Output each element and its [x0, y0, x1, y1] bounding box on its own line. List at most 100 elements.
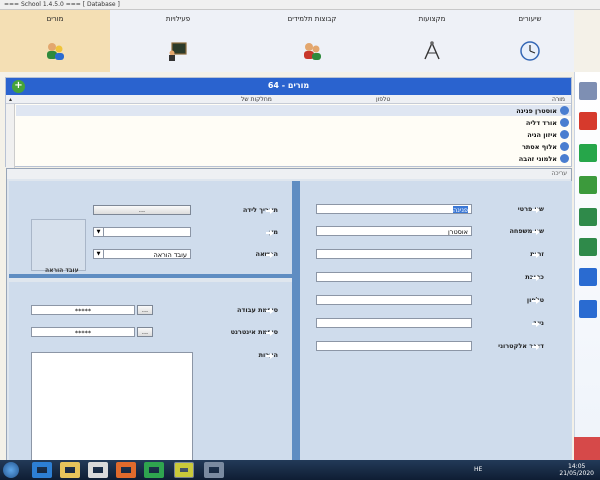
- arrow-icon: [532, 275, 540, 281]
- start-button[interactable]: [3, 462, 19, 478]
- teacher-name: אלמוני זהבה: [518, 155, 557, 163]
- chrome-icon[interactable]: [144, 462, 164, 478]
- clock-icon: [520, 41, 540, 61]
- teacher-avatar-icon: [560, 118, 569, 127]
- work-password-field[interactable]: *****: [31, 305, 135, 315]
- first-name-field[interactable]: פנינה: [316, 204, 472, 214]
- student-group-icon: [304, 43, 321, 60]
- chevron-down-icon[interactable]: ▼: [94, 228, 104, 236]
- table-row[interactable]: אלמוני זהבה: [16, 153, 571, 164]
- address-field[interactable]: [316, 272, 472, 282]
- compass-icon: [424, 41, 440, 60]
- gear-icon[interactable]: [579, 268, 597, 286]
- gender-select[interactable]: ▼: [93, 227, 191, 237]
- teachers-icon: [47, 43, 64, 60]
- tab-activities[interactable]: פעילויות: [112, 10, 244, 72]
- column-phone[interactable]: טלפון: [376, 96, 390, 103]
- sort-indicator-icon[interactable]: ▴: [9, 96, 12, 103]
- clock-time: 14:05: [568, 463, 586, 470]
- teachers-list-title: מורים - 64: [267, 81, 310, 90]
- internet-password-field[interactable]: *****: [31, 327, 135, 337]
- tab-lessons-label: שיעורים: [518, 15, 542, 23]
- column-name[interactable]: מורה: [552, 96, 565, 103]
- calendar-31-icon[interactable]: [579, 112, 597, 130]
- tab-teachers[interactable]: מורים: [0, 10, 110, 72]
- tab-activities-label: פעילויות: [165, 15, 191, 23]
- teacher-editor: עריכה שם פרטי פנינה שם משפחה אוסטרן זהות…: [6, 168, 572, 465]
- tab-lessons[interactable]: שיעורים: [486, 10, 574, 72]
- tab-teachers-label: מורים: [46, 15, 64, 23]
- chevron-down-icon[interactable]: ▼: [94, 250, 104, 258]
- arrow-icon: [266, 353, 274, 359]
- school-app-icon[interactable]: [174, 462, 194, 478]
- notes-textarea[interactable]: [31, 352, 193, 464]
- arrow-icon: [266, 252, 274, 258]
- birth-date-button[interactable]: ...: [93, 205, 191, 215]
- blackboard-icon: [169, 42, 187, 61]
- tab-student-groups[interactable]: קבוצות תלמידים: [246, 10, 378, 72]
- language-indicator[interactable]: HE: [474, 466, 482, 473]
- grid-edit-icon[interactable]: [579, 238, 597, 256]
- tab-student-groups-label: קבוצות תלמידים: [287, 15, 337, 23]
- photo-caption: עובד הוראה: [45, 267, 79, 274]
- folder-icon[interactable]: [60, 462, 80, 478]
- os-taskbar: HE 14:05 21/05/2020: [0, 460, 600, 480]
- arrow-icon: [532, 344, 540, 350]
- ribbon-tabs: שיעורים מקצועות קבוצות תלמידים פעילויות …: [0, 10, 574, 72]
- teacher-name: אורד דליה: [525, 119, 557, 127]
- score-100-icon[interactable]: [579, 144, 597, 162]
- panel-divider: [292, 181, 296, 465]
- arrow-icon: [266, 308, 274, 314]
- teacher-name: אלוף אסתר: [521, 143, 557, 151]
- grid-calendar-icon[interactable]: [579, 208, 597, 226]
- windows-stack-icon[interactable]: [579, 82, 597, 100]
- arrow-icon: [532, 298, 540, 304]
- window-titlebar: === School 1.4.5.0 === [ Database ]: [0, 0, 600, 10]
- tab-subjects-label: מקצועות: [418, 15, 446, 23]
- last-name-field[interactable]: אוסטרן: [316, 226, 472, 236]
- arrow-icon: [266, 208, 274, 214]
- editor-title: עריכה: [551, 170, 567, 177]
- teachers-list: + מורים - 64 ▴ מחלקות של טלפון מורה אוסט…: [5, 77, 572, 168]
- table-row[interactable]: אלוף אסתר: [16, 141, 571, 152]
- arrow-icon: [532, 229, 540, 235]
- mobile-field[interactable]: [316, 318, 472, 328]
- info-icon[interactable]: [579, 300, 597, 318]
- media-icon[interactable]: [88, 462, 108, 478]
- tool-icon[interactable]: [204, 462, 224, 478]
- teacher-avatar-icon: [560, 154, 569, 163]
- license-select[interactable]: ▼ עובד הוראה: [93, 249, 191, 259]
- right-sidebar: [574, 72, 600, 464]
- teacher-avatar-icon: [560, 142, 569, 151]
- table-row[interactable]: איזון הניה: [16, 129, 571, 140]
- teacher-avatar-icon: [560, 130, 569, 139]
- editor-titlebar: עריכה: [7, 169, 571, 179]
- phone-field[interactable]: [316, 295, 472, 305]
- internet-password-button[interactable]: ...: [137, 327, 153, 337]
- arrow-icon: [532, 321, 540, 327]
- teacher-name: אוסטרן פנינה: [516, 107, 557, 115]
- clock-date: 21/05/2020: [559, 470, 594, 477]
- credentials-panel: סיסמת עבודה ***** ... סיסמת אינטרנט ****…: [9, 282, 292, 465]
- arrow-icon: [532, 252, 540, 258]
- clock[interactable]: 14:05 21/05/2020: [559, 463, 594, 477]
- first-name-label: שם פרטי: [517, 205, 544, 213]
- arrow-icon: [266, 230, 274, 236]
- id-field[interactable]: [316, 249, 472, 259]
- list-scrollbar[interactable]: [6, 104, 15, 168]
- window-title: === School 1.4.5.0 === [ Database ]: [4, 1, 120, 8]
- table-row[interactable]: אוסטרן פנינה: [16, 105, 571, 116]
- calendar-green-icon[interactable]: [579, 176, 597, 194]
- email-field[interactable]: [316, 341, 472, 351]
- teacher-photo[interactable]: [31, 219, 86, 271]
- work-password-button[interactable]: ...: [137, 305, 153, 315]
- table-row[interactable]: אורד דליה: [16, 117, 571, 128]
- column-department[interactable]: מחלקות של: [241, 96, 272, 103]
- system-tray: HE 14:05 21/05/2020: [474, 462, 594, 478]
- ie-icon[interactable]: [32, 462, 52, 478]
- general-panel: עובד הוראה תאריך לידה ... מין ▼ הרשאה ▼ …: [9, 181, 292, 278]
- arrow-icon: [266, 330, 274, 336]
- teacher-name: איזון הניה: [527, 131, 557, 139]
- firefox-icon[interactable]: [116, 462, 136, 478]
- tab-subjects[interactable]: מקצועות: [380, 10, 484, 72]
